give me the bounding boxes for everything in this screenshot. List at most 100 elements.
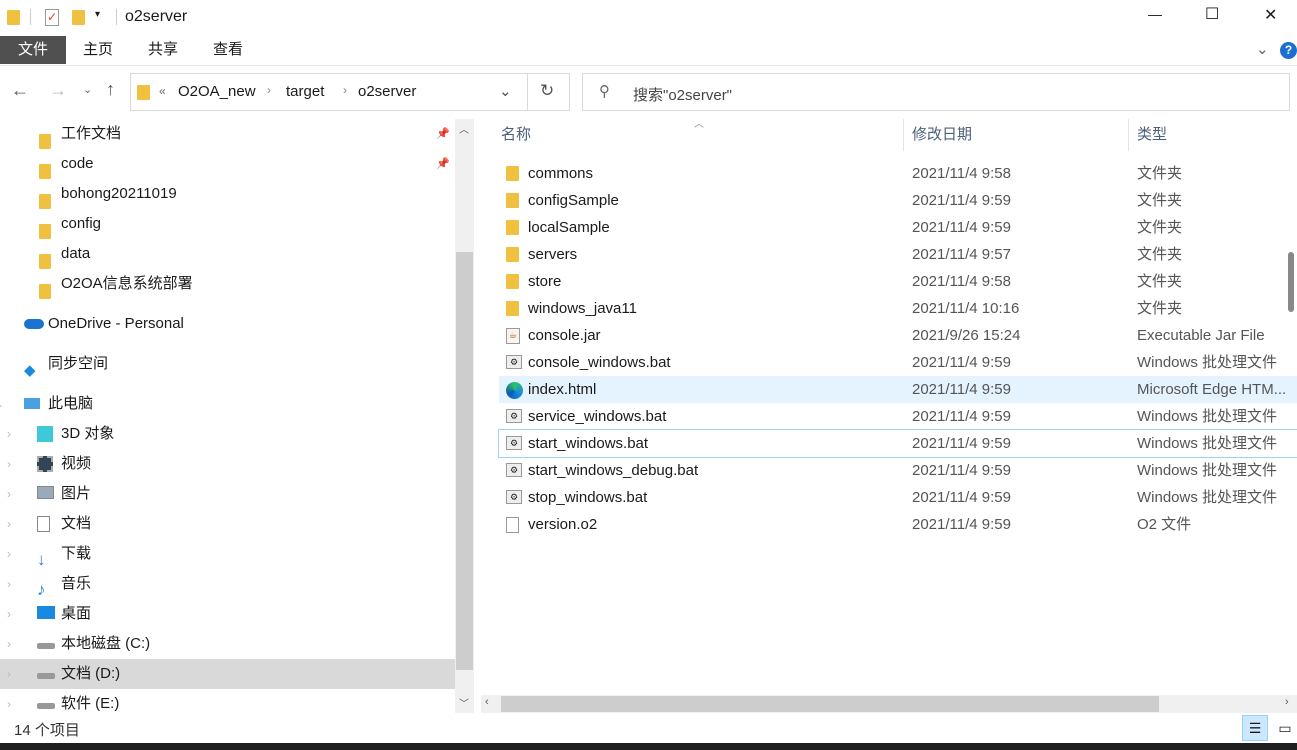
nav-item[interactable]: › 3D 对象 [0,419,455,449]
nav-item[interactable]: 工作文档 📌 [0,119,455,149]
bat-icon: ⚙ [506,355,522,371]
chevron-right-icon[interactable]: › [7,449,11,479]
nav-item[interactable]: O2OA信息系统部署 [0,269,455,299]
tab-share[interactable]: 共享 [148,36,178,64]
nav-item[interactable]: code 📌 [0,149,455,179]
file-row[interactable]: ⚙ console_windows.bat 2021/11/4 9:59 Win… [499,349,1297,376]
nav-item[interactable]: › 文档 [0,509,455,539]
breadcrumb-o2server[interactable]: o2server [358,83,416,100]
chevron-right-icon[interactable]: › [7,689,11,713]
drive-icon [37,696,55,712]
file-row[interactable]: index.html 2021/11/4 9:59 Microsoft Edge… [499,376,1297,403]
file-name: version.o2 [528,516,598,533]
details-view-icon[interactable]: ☰ [1242,715,1268,741]
file-row[interactable]: ⚙ service_windows.bat 2021/11/4 9:59 Win… [499,403,1297,430]
list-scrollbar-thumb[interactable] [1288,252,1294,312]
help-icon[interactable]: ? [1280,42,1297,59]
divider[interactable] [903,119,904,151]
file-row[interactable]: ☕ console.jar 2021/9/26 15:24 Executable… [499,322,1297,349]
address-bar[interactable]: « O2OA_new › target › o2server ⌄ ↻ [130,73,570,111]
file-row[interactable]: servers 2021/11/4 9:57 文件夹 [499,241,1297,268]
large-icons-view-icon[interactable]: ▭ [1274,715,1296,741]
file-type: 文件夹 [1137,273,1183,290]
back-icon[interactable]: ← [11,80,29,101]
new-folder-icon[interactable] [72,10,85,25]
chevron-right-icon[interactable]: › [7,509,11,539]
nav-item[interactable]: › ↓ 下载 [0,539,455,569]
breadcrumb-o2oa-new[interactable]: O2OA_new [178,83,256,100]
chevron-right-icon[interactable]: › [343,83,347,97]
file-row[interactable]: ⚙ start_windows.bat 2021/11/4 9:59 Windo… [498,429,1297,458]
address-dropdown-icon[interactable]: ⌄ [499,82,512,100]
file-row[interactable]: store 2021/11/4 9:58 文件夹 [499,268,1297,295]
refresh-icon[interactable]: ↻ [540,81,554,101]
file-row[interactable]: localSample 2021/11/4 9:59 文件夹 [499,214,1297,241]
horizontal-scrollbar[interactable]: ‹ › [481,695,1297,713]
scroll-down-icon[interactable]: ﹀ [459,695,469,710]
scroll-up-icon[interactable]: ︿ [459,121,469,136]
nav-scrollbar[interactable]: ︿ ﹀ [455,119,474,713]
chevron-right-icon[interactable]: › [7,569,11,599]
up-icon[interactable]: ↑ [106,79,115,100]
nav-item[interactable]: ›◆同步空间 [0,349,455,379]
chevron-down-icon[interactable]: ⌄ [0,389,4,419]
divider [30,9,31,25]
divider[interactable] [1128,119,1129,151]
file-row[interactable]: commons 2021/11/4 9:58 文件夹 [499,160,1297,187]
chevron-right-icon[interactable]: › [7,599,11,629]
nav-item[interactable]: ⌄ 此电脑 [0,389,455,419]
file-row[interactable]: configSample 2021/11/4 9:59 文件夹 [499,187,1297,214]
search-box[interactable]: ⚲ 搜索"o2server" [582,73,1290,111]
expand-ribbon-icon[interactable]: ⌄ [1256,36,1269,64]
videos-icon [37,456,53,472]
pin-icon[interactable]: 📌 [436,149,450,179]
nav-item[interactable]: › 软件 (E:) [0,689,455,713]
pin-icon[interactable]: 📌 [436,119,450,149]
nav-item[interactable]: › 图片 [0,479,455,509]
customize-quick-access-icon[interactable]: ▾ [95,9,100,20]
tab-view[interactable]: 查看 [213,36,243,64]
nav-item[interactable]: › 文档 (D:) [0,659,455,689]
bat-icon: ⚙ [506,463,522,479]
maximize-button[interactable]: ☐ [1205,4,1219,24]
nav-item[interactable]: ›OneDrive - Personal [0,309,455,339]
nav-item[interactable]: bohong20211019 [0,179,455,209]
file-row[interactable]: ⚙ start_windows_debug.bat 2021/11/4 9:59… [499,457,1297,484]
scroll-left-icon[interactable]: ‹ [485,696,489,708]
divider [527,74,528,110]
tab-file[interactable]: 文件 [0,36,66,64]
nav-item[interactable]: › 本地磁盘 (C:) [0,629,455,659]
overflow-icon[interactable]: « [159,84,166,98]
scrollbar-thumb[interactable] [501,696,1159,712]
tab-home[interactable]: 主页 [83,36,113,64]
file-date: 2021/11/4 9:57 [912,246,1011,263]
chevron-right-icon[interactable]: › [7,479,11,509]
chevron-right-icon[interactable]: › [267,83,271,97]
column-header-type[interactable]: 类型 [1137,119,1167,151]
folder-icon [506,193,520,209]
file-row[interactable]: version.o2 2021/11/4 9:59 O2 文件 [499,511,1297,538]
chevron-right-icon[interactable]: › [7,629,11,659]
file-row[interactable]: ⚙ stop_windows.bat 2021/11/4 9:59 Window… [499,484,1297,511]
nav-item[interactable]: › 桌面 [0,599,455,629]
search-input[interactable]: 搜索"o2server" [633,84,732,105]
minimize-button[interactable]: — [1148,6,1162,22]
scroll-right-icon[interactable]: › [1285,696,1289,708]
nav-item[interactable]: config [0,209,455,239]
properties-icon[interactable]: ✓ [45,9,59,26]
nav-item[interactable]: › ♪ 音乐 [0,569,455,599]
chevron-right-icon[interactable]: › [7,659,11,689]
forward-icon[interactable]: → [49,80,67,101]
nav-item[interactable]: › 视频 [0,449,455,479]
column-header-name[interactable]: 名称 [501,119,531,151]
file-row[interactable]: windows_java11 2021/11/4 10:16 文件夹 [499,295,1297,322]
breadcrumb-target[interactable]: target [286,83,324,100]
bat-icon: ⚙ [506,436,522,452]
chevron-right-icon[interactable]: › [7,539,11,569]
nav-item[interactable]: data [0,239,455,269]
column-header-date[interactable]: 修改日期 [912,119,972,151]
close-button[interactable]: ✕ [1264,5,1277,25]
chevron-right-icon[interactable]: › [7,419,11,449]
scrollbar-thumb[interactable] [456,252,473,670]
recent-locations-icon[interactable]: ⌄ [83,83,92,96]
